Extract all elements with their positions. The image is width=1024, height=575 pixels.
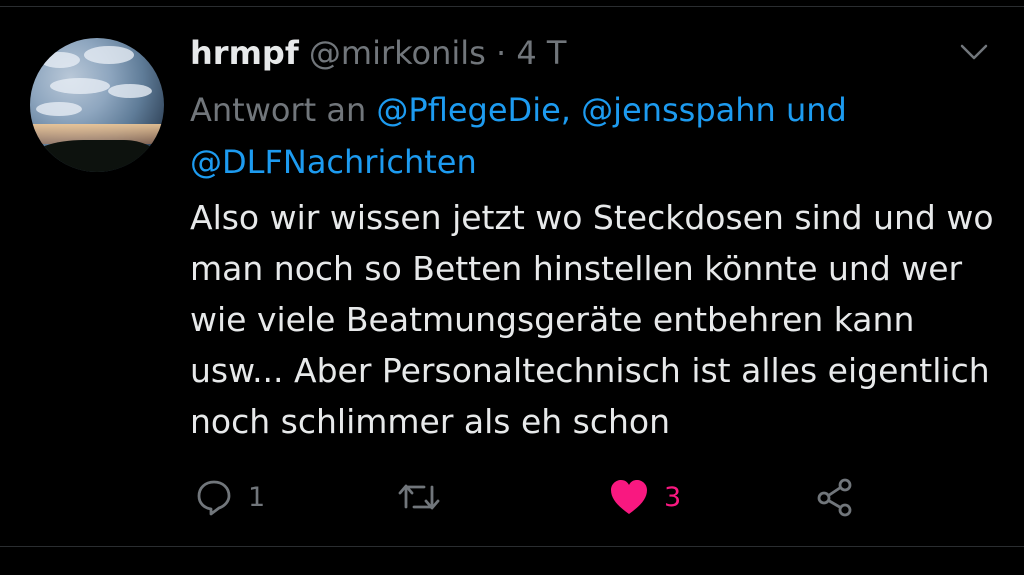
- avatar-cloud: [36, 102, 82, 116]
- avatar-trees: [30, 140, 164, 172]
- mention-link[interactable]: @DLFNachrichten: [190, 143, 477, 181]
- timestamp[interactable]: 4 T: [516, 34, 566, 72]
- mention-connector: und: [785, 91, 847, 129]
- action-bar: 1 3: [190, 474, 890, 520]
- reply-button[interactable]: 1: [194, 474, 265, 520]
- reply-icon: [194, 477, 234, 517]
- share-icon: [814, 476, 856, 518]
- header-separator: ·: [496, 34, 507, 72]
- avatar[interactable]: [30, 38, 164, 172]
- heart-icon: [608, 477, 650, 517]
- like-count: 3: [664, 481, 682, 513]
- mention-link[interactable]: @PflegeDie,: [376, 91, 571, 129]
- reply-context: Antwort an @PflegeDie, @jensspahn und @D…: [190, 84, 970, 188]
- tweet-header: hrmpf @mirkonils · 4 T: [190, 30, 566, 76]
- top-divider: [0, 6, 1024, 7]
- reply-count: 1: [248, 481, 266, 513]
- bottom-divider: [0, 546, 1024, 547]
- tweet-text: Also wir wissen jetzt wo Steckdosen sind…: [190, 198, 994, 441]
- mention-link[interactable]: @jensspahn: [581, 91, 776, 129]
- avatar-cloud: [108, 84, 152, 98]
- user-handle[interactable]: @mirkonils: [309, 34, 486, 72]
- avatar-cloud: [84, 46, 134, 64]
- share-button[interactable]: [814, 474, 856, 520]
- retweet-icon: [396, 477, 442, 517]
- avatar-cloud: [50, 78, 110, 94]
- avatar-cloud: [40, 52, 80, 68]
- retweet-button[interactable]: [396, 474, 456, 520]
- like-button[interactable]: 3: [608, 474, 681, 520]
- reply-prefix: Antwort an: [190, 91, 367, 129]
- display-name[interactable]: hrmpf: [190, 34, 299, 72]
- chevron-down-icon[interactable]: [958, 40, 990, 64]
